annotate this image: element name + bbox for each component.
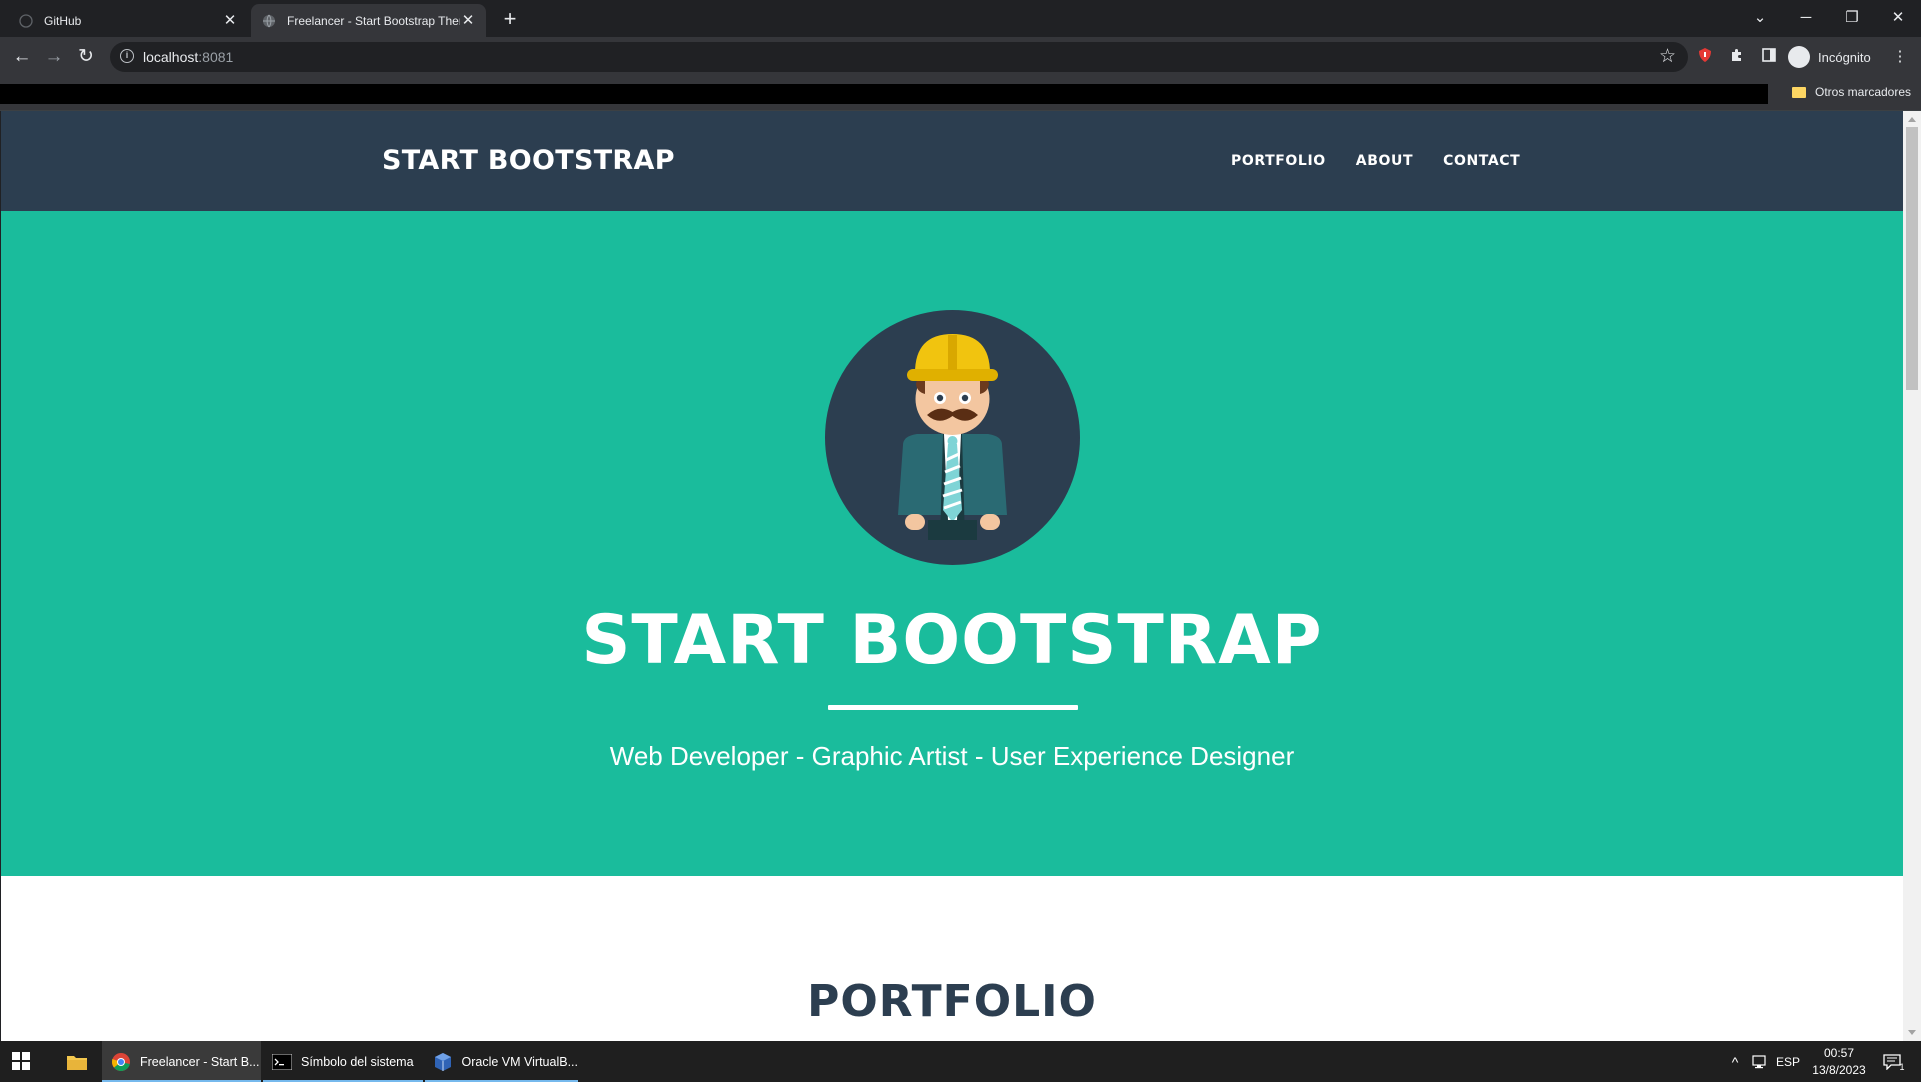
tab-github[interactable]: GitHub ✕ [8, 4, 248, 37]
taskbar-app-virtualbox[interactable]: Oracle VM VirtualB... [425, 1041, 578, 1082]
extension-shield-icon[interactable] [1695, 47, 1715, 67]
chrome-icon [110, 1051, 132, 1073]
extensions-puzzle-icon[interactable] [1727, 47, 1747, 67]
url-text[interactable]: localhost:8081 [143, 49, 233, 65]
restore-button[interactable]: ❐ [1829, 0, 1875, 34]
other-bookmarks-folder[interactable]: Otros marcadores [1792, 85, 1911, 99]
close-tab-icon[interactable]: ✕ [460, 12, 476, 29]
redacted-bookmarks [0, 84, 1768, 104]
side-panel-icon[interactable] [1759, 47, 1779, 67]
nav-link-contact[interactable]: CONTACT [1443, 153, 1520, 169]
incognito-icon [1788, 46, 1810, 68]
scroll-up-icon[interactable] [1908, 117, 1916, 122]
folder-icon [1792, 86, 1806, 98]
scroll-down-icon[interactable] [1908, 1030, 1916, 1035]
reload-icon[interactable]: ↻ [74, 45, 98, 69]
new-tab-button[interactable]: + [498, 7, 522, 31]
taskbar-app-label: Símbolo del sistema [301, 1054, 414, 1069]
close-tab-icon[interactable]: ✕ [222, 12, 238, 29]
portfolio-heading: PORTFOLIO [807, 976, 1097, 1027]
site-navbar: START BOOTSTRAP PORTFOLIO ABOUT CONTACT [1, 111, 1903, 211]
incognito-label: Incógnito [1818, 49, 1871, 65]
clock-date: 13/8/2023 [1812, 1063, 1866, 1077]
globe-icon [261, 13, 277, 29]
avatar-illustration [825, 310, 1080, 565]
scroll-thumb[interactable] [1906, 127, 1918, 390]
file-explorer-button[interactable] [53, 1041, 101, 1082]
minimize-button[interactable]: ─ [1783, 0, 1829, 34]
menu-kebab-icon[interactable]: ⋮ [1890, 47, 1910, 67]
bookmark-star-icon[interactable]: ☆ [1659, 45, 1676, 68]
nav-link-about[interactable]: ABOUT [1356, 153, 1413, 169]
hero-subtitle: Web Developer - Graphic Artist - User Ex… [609, 741, 1295, 771]
back-icon[interactable]: ← [10, 45, 34, 69]
close-window-button[interactable]: ✕ [1875, 0, 1921, 34]
notification-count: 1 [1899, 1061, 1905, 1072]
language-indicator[interactable]: ESP [1774, 1041, 1802, 1082]
taskbar-app-chrome[interactable]: Freelancer - Start B... [102, 1041, 261, 1082]
taskbar-app-terminal[interactable]: Símbolo del sistema [263, 1041, 423, 1082]
taskbar-clock[interactable]: 00:57 13/8/2023 [1806, 1045, 1872, 1079]
other-bookmarks-label: Otros marcadores [1815, 85, 1912, 99]
navbar-brand[interactable]: START BOOTSTRAP [382, 145, 675, 176]
network-icon[interactable] [1750, 1041, 1770, 1082]
notifications-button[interactable]: 1 [1878, 1041, 1910, 1082]
address-bar[interactable]: i localhost:8081 ☆ [110, 42, 1688, 72]
masthead: START BOOTSTRAP Web Developer - Graphic … [1, 211, 1903, 876]
tab-search-icon[interactable]: ⌄ [1737, 0, 1783, 34]
forward-icon[interactable]: → [42, 45, 66, 69]
page-scrollbar[interactable] [1903, 111, 1921, 1041]
nav-link-portfolio[interactable]: PORTFOLIO [1231, 153, 1326, 169]
navbar-links: PORTFOLIO ABOUT CONTACT [1231, 153, 1550, 169]
tab-title: GitHub [44, 13, 82, 28]
taskbar-app-label: Oracle VM VirtualB... [461, 1054, 578, 1069]
bookmarks-bar: Otros marcadores [0, 77, 1921, 111]
github-icon [18, 13, 34, 29]
page-viewport: START BOOTSTRAP PORTFOLIO ABOUT CONTACT [1, 111, 1903, 1041]
hero-title: START BOOTSTRAP [581, 601, 1323, 680]
browser-tabstrip: GitHub ✕ Freelancer - Start Bootstrap Th… [0, 0, 1921, 37]
tab-freelancer[interactable]: Freelancer - Start Bootstrap Theme ✕ [251, 4, 486, 37]
tab-title: Freelancer - Start Bootstrap Theme [287, 13, 460, 28]
windows-taskbar: Freelancer - Start B... Símbolo del sist… [0, 1041, 1921, 1082]
hero-divider [828, 705, 1078, 710]
browser-toolbar: ← → ↻ i localhost:8081 ☆ Incógnito ⋮ [0, 37, 1921, 77]
tray-chevron-icon[interactable]: ^ [1725, 1041, 1745, 1082]
terminal-icon [271, 1051, 293, 1073]
incognito-profile-button[interactable]: Incógnito [1788, 42, 1871, 72]
site-info-icon[interactable]: i [120, 49, 134, 63]
taskbar-app-label: Freelancer - Start B... [140, 1054, 260, 1069]
clock-time: 00:57 [1823, 1046, 1855, 1060]
windows-start-icon[interactable] [12, 1052, 30, 1075]
folder-icon [66, 1051, 88, 1073]
virtualbox-icon [433, 1051, 454, 1073]
